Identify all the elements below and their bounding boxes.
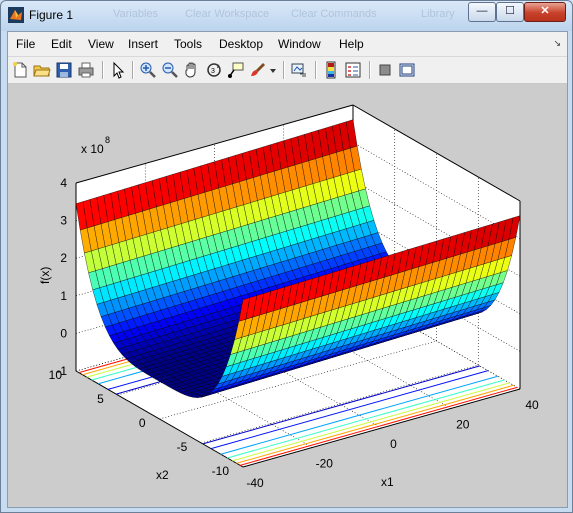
close-button[interactable]: ✕ bbox=[524, 2, 566, 22]
brush-icon[interactable] bbox=[249, 61, 267, 79]
menu-desktop[interactable]: Desktop bbox=[219, 37, 263, 51]
y-tick-label: -5 bbox=[177, 440, 188, 454]
z-tick-label: 1 bbox=[60, 289, 67, 303]
y-tick-label: 0 bbox=[139, 416, 146, 430]
save-icon[interactable] bbox=[55, 61, 73, 79]
insert-colorbar-icon[interactable] bbox=[322, 61, 340, 79]
exponent-power: 8 bbox=[105, 135, 110, 145]
zoom-in-icon[interactable] bbox=[139, 61, 157, 79]
new-figure-icon[interactable] bbox=[11, 61, 29, 79]
x-axis-label: x1 bbox=[381, 475, 394, 489]
open-file-icon[interactable] bbox=[33, 61, 51, 79]
z-tick-label: 4 bbox=[60, 176, 67, 190]
background-tab: Library bbox=[421, 8, 455, 20]
z-tick-label: 0 bbox=[60, 326, 67, 340]
y-axis-label: x2 bbox=[156, 468, 169, 482]
x-tick-label: -40 bbox=[246, 476, 264, 490]
background-tab: Clear Workspace bbox=[185, 8, 270, 20]
surface-plot[interactable]: -40-2002040-10-50510-101234 x 10 8 f(x) … bbox=[8, 84, 567, 507]
maximize-button[interactable]: ☐ bbox=[496, 2, 524, 22]
figure-toolbar: 3 bbox=[8, 57, 567, 84]
x-tick-label: 40 bbox=[525, 398, 539, 412]
toolbar-separator bbox=[369, 61, 371, 79]
matlab-logo-icon bbox=[8, 7, 24, 23]
x-tick-label: 0 bbox=[390, 437, 397, 451]
z-tick-label: -1 bbox=[56, 364, 67, 378]
menu-help[interactable]: Help bbox=[339, 37, 364, 51]
dock-arrow-icon[interactable]: ↘ bbox=[553, 38, 561, 49]
edit-plot-arrow-icon[interactable] bbox=[109, 61, 127, 79]
menu-file[interactable]: File bbox=[16, 37, 35, 51]
background-tab: Clear Commands bbox=[291, 8, 377, 20]
z-axis-label: f(x) bbox=[38, 267, 52, 284]
data-cursor-icon[interactable] bbox=[227, 61, 245, 79]
x-tick-label: 20 bbox=[456, 418, 470, 432]
link-plot-icon[interactable] bbox=[290, 61, 308, 79]
svg-text:3: 3 bbox=[211, 68, 215, 75]
toolbar-separator bbox=[283, 61, 285, 79]
toolbar-separator bbox=[132, 61, 134, 79]
figure-window: Figure 1 Variables Clear Workspace Clear… bbox=[0, 0, 573, 513]
menu-window[interactable]: Window bbox=[278, 37, 321, 51]
window-title: Figure 1 bbox=[29, 8, 74, 22]
zoom-out-icon[interactable] bbox=[161, 61, 179, 79]
menu-insert[interactable]: Insert bbox=[128, 37, 158, 51]
show-plot-tools-icon[interactable] bbox=[398, 61, 416, 79]
menu-view[interactable]: View bbox=[88, 37, 114, 51]
hide-plot-tools-icon[interactable] bbox=[376, 61, 394, 79]
minimize-button[interactable]: — bbox=[468, 2, 496, 22]
background-tab: Variables bbox=[113, 8, 159, 20]
menu-edit[interactable]: Edit bbox=[51, 37, 72, 51]
y-tick-label: -10 bbox=[212, 464, 230, 478]
figure-client-area: File Edit View Insert Tools Desktop Wind… bbox=[7, 31, 568, 508]
menu-bar: File Edit View Insert Tools Desktop Wind… bbox=[8, 32, 567, 57]
figure-canvas[interactable]: -40 -20 0 20 40 -10 -5 0 5 10 -1 0 1 2 3 4 x 10 8 f(x) … bbox=[8, 84, 567, 507]
rotate-3d-icon[interactable]: 3 bbox=[205, 61, 223, 79]
print-icon[interactable] bbox=[77, 61, 95, 79]
brush-dropdown-icon[interactable] bbox=[268, 61, 278, 79]
insert-legend-icon[interactable] bbox=[344, 61, 362, 79]
menu-tools[interactable]: Tools bbox=[174, 37, 202, 51]
title-bar[interactable]: Figure 1 Variables Clear Workspace Clear… bbox=[1, 1, 572, 31]
pan-hand-icon[interactable] bbox=[183, 61, 201, 79]
toolbar-separator bbox=[315, 61, 317, 79]
x-tick-label: -20 bbox=[316, 457, 334, 471]
toolbar-separator bbox=[102, 61, 104, 79]
z-tick-label: 3 bbox=[60, 214, 67, 228]
z-tick-label: 2 bbox=[60, 251, 67, 265]
exponent-label: x 10 bbox=[81, 142, 104, 156]
y-tick-label: 5 bbox=[97, 392, 104, 406]
